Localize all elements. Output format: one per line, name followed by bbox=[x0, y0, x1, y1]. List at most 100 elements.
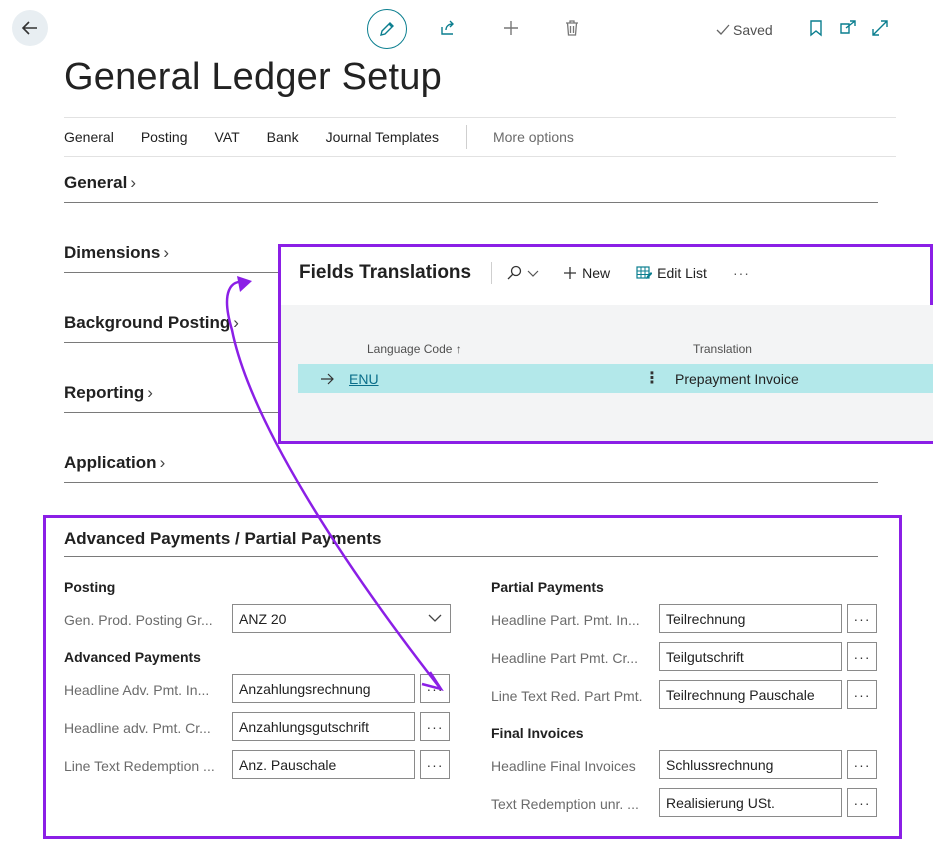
fields-translations-panel: Fields Translations New Edit List ··· La… bbox=[278, 244, 933, 444]
group-final-invoices: Final Invoices bbox=[491, 725, 584, 741]
saved-status: Saved bbox=[716, 22, 773, 38]
section-dimensions-label: Dimensions bbox=[64, 243, 161, 262]
assist-edit-button[interactable]: ··· bbox=[847, 680, 877, 709]
more-options-button[interactable]: More options bbox=[493, 129, 574, 145]
page-title: General Ledger Setup bbox=[64, 56, 442, 98]
more-actions-button[interactable]: ··· bbox=[733, 265, 750, 281]
saved-label: Saved bbox=[733, 22, 773, 38]
assist-edit-button[interactable]: ··· bbox=[420, 712, 450, 741]
translation-cell[interactable]: Prepayment Invoice bbox=[675, 371, 799, 387]
sort-ascending-icon: ↑ bbox=[455, 342, 462, 356]
trash-icon bbox=[566, 20, 578, 36]
header-divider bbox=[491, 262, 493, 284]
section-general: General › bbox=[64, 173, 878, 203]
section-reporting-label: Reporting bbox=[64, 383, 145, 402]
gen-prod-posting-group-value: ANZ 20 bbox=[239, 611, 287, 627]
edit-button[interactable] bbox=[367, 9, 407, 49]
group-partial-payments: Partial Payments bbox=[491, 579, 604, 595]
line-text-red-part-pmt-field[interactable]: Teilrechnung Pauschale bbox=[659, 680, 842, 709]
headline-final-invoices-field[interactable]: Schlussrechnung bbox=[659, 750, 842, 779]
table-row[interactable]: ENU ⋮ Prepayment Invoice bbox=[298, 364, 933, 393]
text-redemption-unr-field[interactable]: Realisierung USt. bbox=[659, 788, 842, 817]
expand-icon bbox=[872, 20, 888, 36]
chevron-right-icon: › bbox=[233, 313, 239, 332]
new-button[interactable] bbox=[497, 14, 525, 42]
new-translation-button[interactable]: New bbox=[563, 265, 610, 281]
arrow-left-icon bbox=[21, 21, 37, 35]
assist-edit-button[interactable]: ··· bbox=[847, 604, 877, 633]
new-label: New bbox=[582, 265, 611, 281]
chevron-right-icon: › bbox=[147, 383, 153, 402]
tab-vat[interactable]: VAT bbox=[215, 129, 240, 145]
assist-edit-button[interactable]: ··· bbox=[847, 750, 877, 779]
assist-edit-button[interactable]: ··· bbox=[420, 674, 450, 703]
section-reporting: Reporting › bbox=[64, 383, 278, 413]
plus-icon bbox=[504, 21, 518, 35]
tab-bank[interactable]: Bank bbox=[267, 129, 299, 145]
section-general-header[interactable]: General › bbox=[64, 173, 136, 193]
line-text-redemption-field[interactable]: Anz. Pauschale bbox=[232, 750, 415, 779]
language-code-cell[interactable]: ENU bbox=[349, 371, 379, 387]
tab-divider bbox=[465, 125, 467, 149]
column-header-translation[interactable]: Translation bbox=[693, 342, 752, 356]
gen-prod-posting-group-select[interactable]: ANZ 20 bbox=[232, 604, 451, 633]
edit-list-icon bbox=[636, 266, 653, 279]
assist-edit-button[interactable]: ··· bbox=[847, 642, 877, 671]
expand-button[interactable] bbox=[866, 14, 894, 42]
advanced-payments-panel: Advanced Payments / Partial Payments Pos… bbox=[43, 515, 902, 839]
group-posting: Posting bbox=[64, 579, 116, 595]
text-redemption-unr-label: Text Redemption unr. ... bbox=[491, 796, 639, 812]
section-reporting-header[interactable]: Reporting › bbox=[64, 383, 153, 403]
fields-translations-title: Fields Translations bbox=[299, 262, 472, 283]
section-general-label: General bbox=[64, 173, 128, 192]
arrow-right-icon bbox=[321, 373, 334, 385]
back-button[interactable] bbox=[12, 10, 48, 46]
delete-button[interactable] bbox=[558, 14, 586, 42]
section-application-header[interactable]: Application › bbox=[64, 453, 165, 473]
assist-edit-button[interactable]: ··· bbox=[847, 788, 877, 817]
headline-part-pmt-inv-label: Headline Part. Pmt. In... bbox=[491, 612, 640, 628]
headline-final-invoices-label: Headline Final Invoices bbox=[491, 758, 636, 774]
edit-list-button[interactable]: Edit List bbox=[636, 265, 707, 281]
assist-edit-button[interactable]: ··· bbox=[420, 750, 450, 779]
language-code-header-label: Language Code bbox=[367, 342, 453, 356]
edit-list-label: Edit List bbox=[657, 265, 707, 281]
share-icon bbox=[441, 20, 454, 35]
row-menu-icon[interactable]: ⋮ bbox=[644, 368, 660, 388]
headline-adv-pmt-cr-label: Headline adv. Pmt. Cr... bbox=[64, 720, 211, 736]
chevron-right-icon: › bbox=[163, 243, 170, 262]
headline-adv-pmt-inv-field[interactable]: Anzahlungsrechnung bbox=[232, 674, 415, 703]
tab-general[interactable]: General bbox=[64, 129, 114, 145]
fields-translations-header: Fields Translations New Edit List ··· bbox=[299, 261, 776, 285]
section-background-posting: Background Posting › bbox=[64, 313, 278, 343]
check-icon bbox=[716, 24, 730, 35]
column-header-language-code[interactable]: Language Code ↑ bbox=[367, 342, 462, 356]
section-background-posting-label: Background Posting bbox=[64, 313, 231, 332]
bookmark-button[interactable] bbox=[802, 14, 830, 42]
advanced-payments-title[interactable]: Advanced Payments / Partial Payments bbox=[64, 529, 878, 557]
headline-adv-pmt-cr-field[interactable]: Anzahlungsgutschrift bbox=[232, 712, 415, 741]
chevron-right-icon: › bbox=[130, 173, 136, 192]
section-background-posting-header[interactable]: Background Posting › bbox=[64, 313, 239, 333]
share-button[interactable] bbox=[434, 14, 462, 42]
tab-posting[interactable]: Posting bbox=[141, 129, 188, 145]
headline-part-pmt-cr-field[interactable]: Teilgutschrift bbox=[659, 642, 842, 671]
chevron-down-icon bbox=[527, 270, 539, 277]
headline-part-pmt-inv-field[interactable]: Teilrechnung bbox=[659, 604, 842, 633]
headline-adv-pmt-inv-label: Headline Adv. Pmt. In... bbox=[64, 682, 210, 698]
search-icon bbox=[507, 265, 522, 280]
section-dimensions-header[interactable]: Dimensions › bbox=[64, 243, 169, 263]
chevron-down-icon bbox=[428, 614, 442, 622]
line-text-red-part-pmt-label: Line Text Red. Part Pmt. bbox=[491, 688, 643, 704]
tab-journal-templates[interactable]: Journal Templates bbox=[326, 129, 439, 145]
action-tabs: General Posting VAT Bank Journal Templat… bbox=[64, 117, 896, 157]
translations-grid: Language Code ↑ Translation ENU ⋮ Prepay… bbox=[281, 305, 933, 441]
group-advanced-payments: Advanced Payments bbox=[64, 649, 201, 665]
open-in-new-window-icon bbox=[840, 20, 856, 34]
search-button[interactable] bbox=[506, 265, 539, 281]
chevron-right-icon: › bbox=[159, 453, 166, 472]
section-application-label: Application bbox=[64, 453, 157, 472]
open-new-window-button[interactable] bbox=[834, 14, 862, 42]
pencil-icon bbox=[380, 22, 394, 36]
bookmark-icon bbox=[810, 20, 822, 37]
